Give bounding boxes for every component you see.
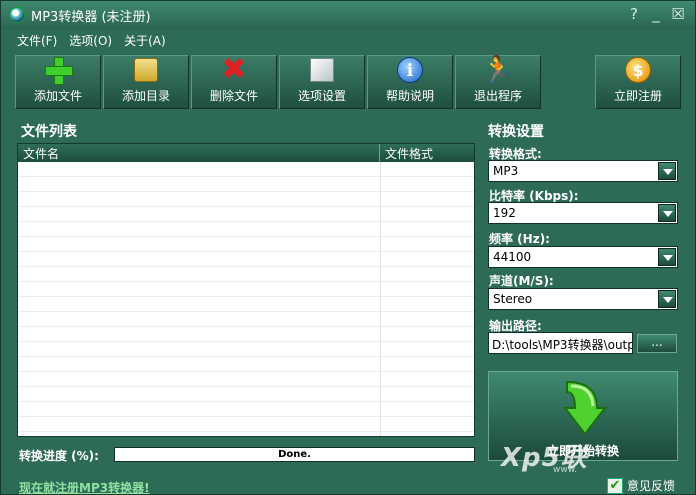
progress-status: Done. xyxy=(278,449,311,460)
channel-label: 声道(M/S): xyxy=(489,274,554,288)
file-list-header: 文件名 文件格式 xyxy=(18,144,474,162)
register-now-link[interactable]: 现在就注册MP3转换器! xyxy=(19,479,150,495)
frequency-label: 频率 (Hz): xyxy=(489,232,550,246)
add-file-label: 添加文件 xyxy=(33,89,82,103)
delete-icon: ✖ xyxy=(221,52,247,87)
exit-button[interactable]: 🏃 退出程序 xyxy=(455,55,541,109)
window-title: MP3转换器 (未注册) xyxy=(31,9,151,25)
window-controls: ? _ ☒ xyxy=(627,6,685,22)
column-filename[interactable]: 文件名 xyxy=(18,144,380,162)
watermark-sub: www. xyxy=(553,465,578,475)
format-select[interactable]: MP3 xyxy=(488,160,678,182)
delete-file-label: 删除文件 xyxy=(209,89,258,103)
convert-arrow-icon xyxy=(562,380,608,436)
app-logo-icon xyxy=(9,7,25,23)
delete-file-button[interactable]: ✖ 删除文件 xyxy=(191,55,277,109)
chevron-down-icon[interactable] xyxy=(658,248,676,266)
bitrate-value: 192 xyxy=(493,206,516,220)
exit-runner-icon: 🏃 xyxy=(481,55,515,85)
toolbar: 添加文件 添加目录 ✖ 删除文件 选项设置 i 帮助说明 🏃 退出程序 $ 立即… xyxy=(15,55,683,111)
title-bar: MP3转换器 (未注册) ? _ ☒ xyxy=(1,1,695,29)
checkmark-icon: ✔ xyxy=(607,477,623,494)
bitrate-select[interactable]: 192 xyxy=(488,202,678,224)
register-coin-icon: $ xyxy=(625,57,651,83)
channel-select[interactable]: Stereo xyxy=(488,288,678,310)
column-format[interactable]: 文件格式 xyxy=(380,144,474,162)
register-button[interactable]: $ 立即注册 xyxy=(595,55,681,109)
file-list-body[interactable] xyxy=(18,162,474,436)
options-button[interactable]: 选项设置 xyxy=(279,55,365,109)
filelist-title: 文件列表 xyxy=(21,124,77,140)
format-value: MP3 xyxy=(493,164,519,178)
add-folder-icon xyxy=(134,58,158,82)
menu-bar: 文件(F) 选项(O) 关于(A) xyxy=(15,31,168,50)
progress-label: 转换进度 (%): xyxy=(19,449,99,463)
register-label: 立即注册 xyxy=(613,89,662,103)
app-window: MP3转换器 (未注册) ? _ ☒ 文件(F) 选项(O) 关于(A) 添加文… xyxy=(0,0,696,495)
frequency-value: 44100 xyxy=(493,250,532,264)
settings-cube-icon xyxy=(310,58,334,82)
progress-bar: Done. xyxy=(114,447,475,462)
chevron-down-icon[interactable] xyxy=(658,162,676,180)
browse-button[interactable]: ... xyxy=(637,334,677,353)
feedback-label: 意见反馈 xyxy=(627,479,676,493)
add-folder-label: 添加目录 xyxy=(121,89,170,103)
channel-value: Stereo xyxy=(493,292,533,306)
settings-title: 转换设置 xyxy=(488,124,544,140)
add-folder-button[interactable]: 添加目录 xyxy=(103,55,189,109)
options-label: 选项设置 xyxy=(297,89,346,103)
file-list[interactable]: 文件名 文件格式 xyxy=(17,143,475,437)
exit-label: 退出程序 xyxy=(473,89,522,103)
add-file-button[interactable]: 添加文件 xyxy=(15,55,101,109)
menu-options[interactable]: 选项(O) xyxy=(67,31,114,50)
minimize-icon[interactable]: _ xyxy=(649,6,663,22)
chevron-down-icon[interactable] xyxy=(658,204,676,222)
menu-file[interactable]: 文件(F) xyxy=(15,31,59,50)
help-info-icon: i xyxy=(397,57,423,83)
help-icon[interactable]: ? xyxy=(627,6,641,22)
feedback-link[interactable]: ✔ 意见反馈 xyxy=(607,477,675,494)
frequency-select[interactable]: 44100 xyxy=(488,246,678,268)
menu-about[interactable]: 关于(A) xyxy=(122,31,168,50)
close-icon[interactable]: ☒ xyxy=(671,6,685,22)
output-path-input[interactable]: D:\tools\MP3转换器\outp xyxy=(488,332,633,354)
help-label: 帮助说明 xyxy=(385,89,434,103)
chevron-down-icon[interactable] xyxy=(658,290,676,308)
add-file-icon xyxy=(44,56,73,85)
help-button[interactable]: i 帮助说明 xyxy=(367,55,453,109)
